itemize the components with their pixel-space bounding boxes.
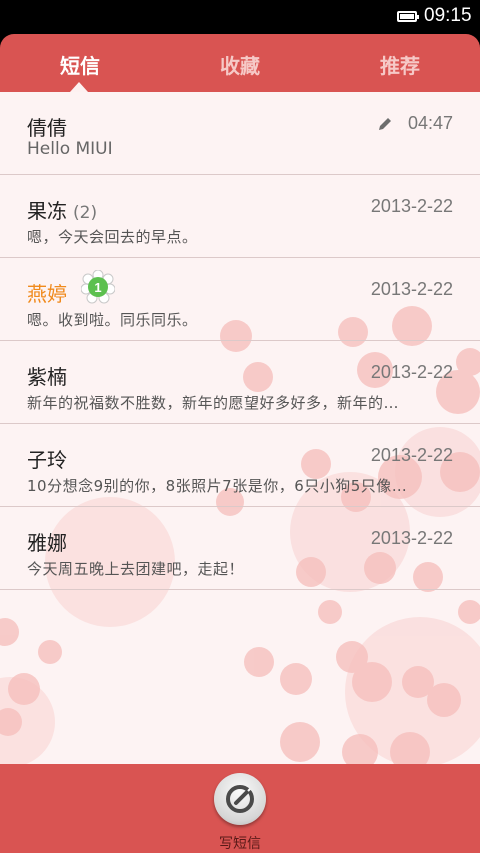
unread-badge: 1	[81, 270, 115, 304]
message-time: 2013-2-22	[370, 528, 453, 548]
compose-button[interactable]	[214, 773, 266, 825]
conversation-item[interactable]: 果冻 (2) 2013-2-22 嗯，今天会回去的早点。	[0, 175, 480, 258]
active-tab-indicator	[70, 82, 88, 92]
message-time: 2013-2-22	[370, 196, 453, 216]
conversation-item[interactable]: 燕婷 1 2013-2-22 嗯。收到啦。同乐同乐。	[0, 258, 480, 341]
message-time: 2013-2-22	[370, 445, 453, 465]
messaging-app: 短信 收藏 推荐 倩倩 04:47 Hello MIUI 果冻 (2) 2013…	[0, 34, 480, 853]
contact-name: 紫楠	[27, 365, 67, 389]
tab-messages[interactable]: 短信	[60, 50, 100, 79]
message-preview: 嗯。收到啦。同乐同乐。	[27, 311, 198, 329]
contact-name-text: 果冻	[27, 199, 67, 223]
status-bar: 09:15	[0, 0, 480, 34]
battery-full-icon	[397, 11, 419, 22]
pencil-icon	[379, 118, 391, 130]
contact-name: 果冻 (2)	[27, 195, 97, 224]
conversation-item[interactable]: 雅娜 2013-2-22 今天周五晚上去团建吧，走起！	[0, 507, 480, 590]
unread-count: 1	[94, 280, 101, 295]
message-preview: 嗯，今天会回去的早点。	[27, 228, 198, 246]
conversation-item[interactable]: 倩倩 04:47 Hello MIUI	[0, 92, 480, 175]
message-preview: 今天周五晚上去团建吧，走起！	[27, 560, 245, 578]
contact-name: 雅娜	[27, 531, 67, 555]
conversation-list: 倩倩 04:47 Hello MIUI 果冻 (2) 2013-2-22 嗯，今天…	[0, 92, 480, 590]
contact-name: 子玲	[27, 448, 67, 472]
tab-recommended[interactable]: 推荐	[380, 50, 420, 79]
conversation-item[interactable]: 子玲 2013-2-22 10分想念9别的你，8张照片7张是你，6只小狗5只像…	[0, 424, 480, 507]
message-time: 04:47	[407, 113, 453, 133]
message-preview: 新年的祝福数不胜数，新年的愿望好多好多，新年的…	[27, 394, 400, 412]
compose-icon	[226, 785, 254, 813]
contact-name: 燕婷	[27, 282, 67, 306]
message-count: (2)	[73, 203, 98, 223]
conversation-sheet: 倩倩 04:47 Hello MIUI 果冻 (2) 2013-2-22 嗯，今天…	[0, 92, 480, 764]
tab-bar: 短信 收藏 推荐	[0, 34, 480, 92]
message-time: 2013-2-22	[370, 279, 453, 299]
message-time: 2013-2-22	[370, 362, 453, 382]
compose-label: 写短信	[219, 836, 261, 852]
conversation-item[interactable]: 紫楠 2013-2-22 新年的祝福数不胜数，新年的愿望好多好多，新年的…	[0, 341, 480, 424]
contact-name: 倩倩	[27, 116, 67, 140]
message-preview: 10分想念9别的你，8张照片7张是你，6只小狗5只像…	[27, 477, 408, 495]
message-preview: Hello MIUI	[27, 139, 113, 159]
status-time: 09:15	[424, 5, 472, 26]
tab-favorites[interactable]: 收藏	[220, 50, 260, 79]
